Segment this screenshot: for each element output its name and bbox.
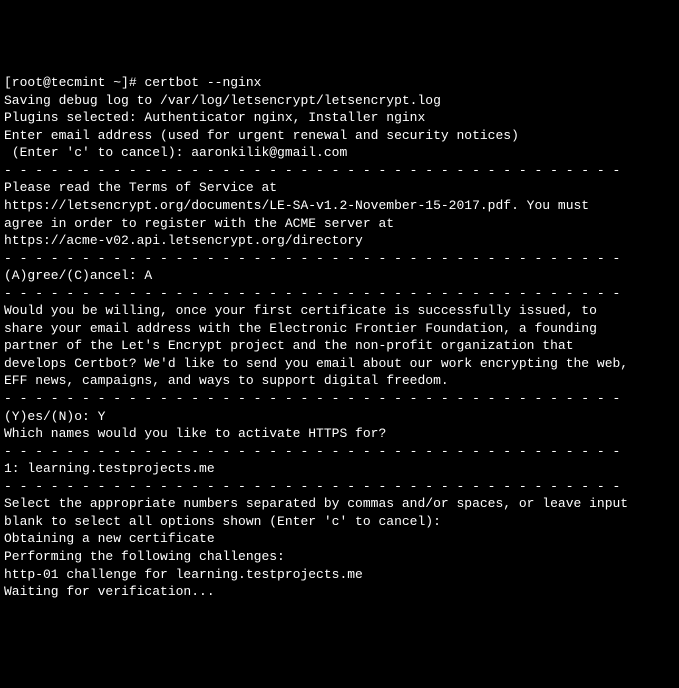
terminal-output-line: EFF news, campaigns, and ways to support… <box>4 372 675 390</box>
terminal-output-line: Plugins selected: Authenticator nginx, I… <box>4 109 675 127</box>
terminal-output-line: - - - - - - - - - - - - - - - - - - - - … <box>4 390 675 408</box>
terminal-output-line: Waiting for verification... <box>4 583 675 601</box>
terminal-output-line: agree in order to register with the ACME… <box>4 215 675 233</box>
terminal-output-line: https://acme-v02.api.letsencrypt.org/dir… <box>4 232 675 250</box>
shell-prompt: [root@tecmint ~]# <box>4 75 144 90</box>
terminal-output-line: - - - - - - - - - - - - - - - - - - - - … <box>4 285 675 303</box>
shell-command: certbot --nginx <box>144 75 261 90</box>
terminal-output-line: Obtaining a new certificate <box>4 530 675 548</box>
terminal-output-line: (Y)es/(N)o: Y <box>4 408 675 426</box>
terminal-output-line: develops Certbot? We'd like to send you … <box>4 355 675 373</box>
terminal-output-line: - - - - - - - - - - - - - - - - - - - - … <box>4 162 675 180</box>
terminal-output-line: share your email address with the Electr… <box>4 320 675 338</box>
terminal-output-line: Please read the Terms of Service at <box>4 179 675 197</box>
terminal-output-line: Enter email address (used for urgent ren… <box>4 127 675 145</box>
terminal-output-line: - - - - - - - - - - - - - - - - - - - - … <box>4 478 675 496</box>
terminal-output-line: (Enter 'c' to cancel): aaronkilik@gmail.… <box>4 144 675 162</box>
terminal-command-line[interactable]: [root@tecmint ~]# certbot --nginx <box>4 74 675 92</box>
terminal-output-line: https://letsencrypt.org/documents/LE-SA-… <box>4 197 675 215</box>
terminal-output-line: Select the appropriate numbers separated… <box>4 495 675 513</box>
terminal-output-line: - - - - - - - - - - - - - - - - - - - - … <box>4 250 675 268</box>
terminal-output-line: Saving debug log to /var/log/letsencrypt… <box>4 92 675 110</box>
terminal-output-line: Which names would you like to activate H… <box>4 425 675 443</box>
terminal-output-line: partner of the Let's Encrypt project and… <box>4 337 675 355</box>
terminal-output-line: http-01 challenge for learning.testproje… <box>4 566 675 584</box>
terminal-output-line: blank to select all options shown (Enter… <box>4 513 675 531</box>
terminal-output-line: - - - - - - - - - - - - - - - - - - - - … <box>4 443 675 461</box>
terminal-output-line: 1: learning.testprojects.me <box>4 460 675 478</box>
terminal-output-line: (A)gree/(C)ancel: A <box>4 267 675 285</box>
terminal-output-line: Would you be willing, once your first ce… <box>4 302 675 320</box>
